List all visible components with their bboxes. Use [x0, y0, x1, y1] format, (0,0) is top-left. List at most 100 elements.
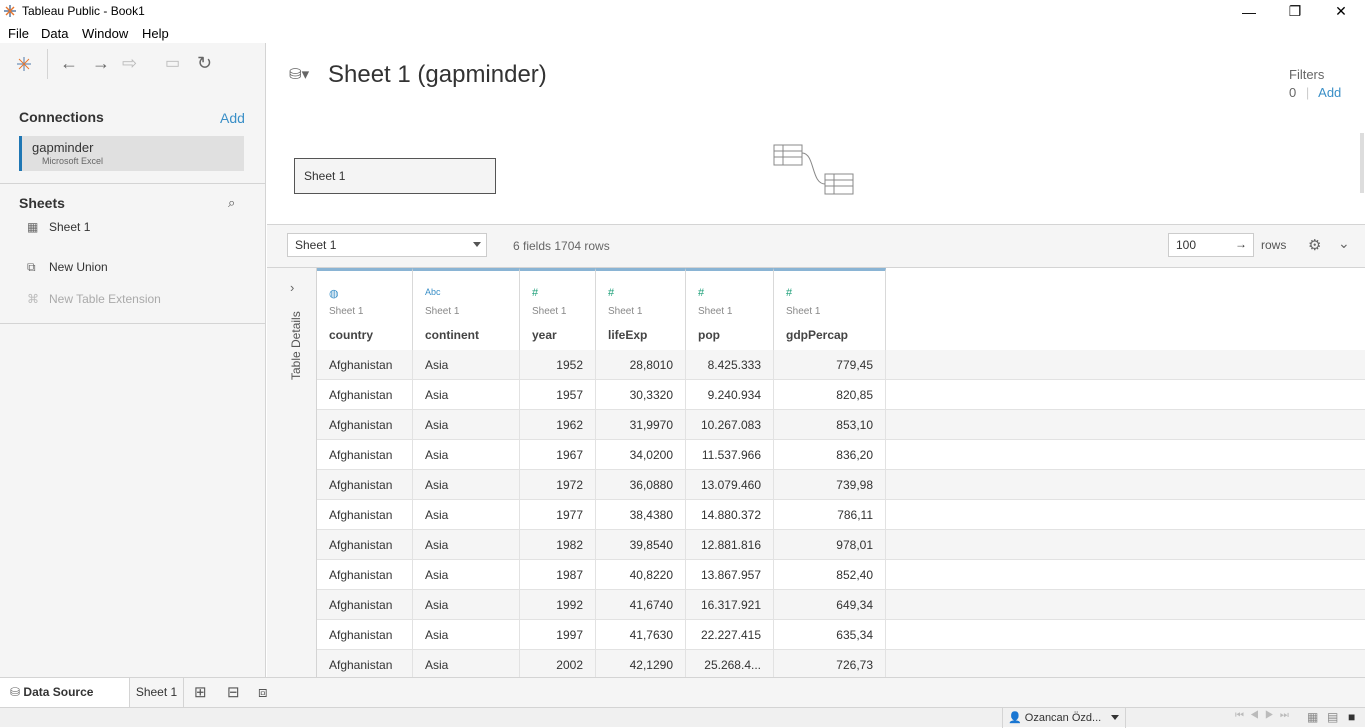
user-menu[interactable]: 👤 Ozancan Özd... [1002, 708, 1126, 728]
menu-window[interactable]: Window [82, 26, 128, 41]
union-icon: ⧉ [27, 260, 36, 274]
table-cell: 779,45 [774, 350, 886, 380]
table-cell: 2002 [520, 650, 596, 677]
number-icon[interactable]: # [608, 287, 614, 299]
add-connection-link[interactable]: Add [220, 110, 245, 126]
new-union-item[interactable]: ⧉ New Union [27, 260, 108, 275]
status-bar: 👤 Ozancan Özd... ⏮◀▶⏭ ▦ ▤ ■ [0, 707, 1365, 728]
rows-input-value: 100 [1176, 238, 1197, 252]
new-dashboard-icon[interactable]: ⊟ [227, 678, 240, 708]
redo-icon[interactable]: ⇨ [122, 53, 137, 74]
table-row[interactable]: Afghanistan Asia 1962 31,9970 10.267.083 853,… [317, 410, 1365, 440]
table-cell: Afghanistan [317, 590, 413, 620]
bottom-tab-bar: ⛁ Data Source Sheet 1 ⊞ ⊟ ⧈ [0, 677, 1365, 708]
column-header[interactable]: ◍ Sheet 1 country [317, 268, 413, 350]
grid-view-icon[interactable]: ▦ [1307, 710, 1318, 724]
fields-rows-info: 6 fields 1704 rows [513, 239, 610, 253]
rows-input[interactable]: 100 → [1168, 233, 1254, 257]
add-filter-link[interactable]: Add [1318, 85, 1341, 100]
tab-data-source-label: Data Source [23, 685, 94, 699]
column-name: gdpPercap [786, 328, 849, 342]
page-nav-icons[interactable]: ⏮◀▶⏭ [1235, 710, 1295, 721]
table-cell: 1957 [520, 380, 596, 410]
sheet-item-label: Sheet 1 [49, 220, 91, 234]
table-row[interactable]: Afghanistan Asia 1957 30,3320 9.240.934 820,8… [317, 380, 1365, 410]
menu-data[interactable]: Data [41, 26, 68, 41]
table-row[interactable]: Afghanistan Asia 1997 41,7630 22.227.415 635,… [317, 620, 1365, 650]
table-cell: 40,8220 [596, 560, 686, 590]
new-worksheet-icon[interactable]: ⊞ [194, 678, 207, 708]
gear-icon[interactable]: ⚙ [1308, 236, 1321, 254]
table-cell: Asia [413, 500, 520, 530]
extension-icon: ⌘ [27, 292, 39, 306]
menu-file[interactable]: File [8, 26, 29, 41]
abc-icon[interactable]: Abc [425, 287, 441, 297]
table-cell: Asia [413, 410, 520, 440]
film-view-icon[interactable]: ▤ [1327, 710, 1338, 724]
tableau-logo-icon [4, 5, 16, 17]
menu-help[interactable]: Help [142, 26, 169, 41]
new-story-icon[interactable]: ⧈ [258, 678, 268, 708]
tableau-home-icon[interactable] [15, 55, 33, 73]
column-header[interactable]: Abc Sheet 1 continent [413, 268, 520, 350]
chevron-right-icon[interactable]: › [290, 280, 294, 295]
connection-type: Microsoft Excel [42, 156, 104, 166]
table-cell: Afghanistan [317, 620, 413, 650]
tab-sheet1[interactable]: Sheet 1 [130, 678, 184, 708]
column-header[interactable]: # Sheet 1 pop [686, 268, 774, 350]
sheet-item-sheet1[interactable]: ▦ Sheet 1 [27, 220, 90, 234]
number-icon[interactable]: # [698, 287, 704, 299]
refresh-icon[interactable]: ↻ [197, 53, 212, 74]
filters-count: 0 [1289, 85, 1297, 100]
apply-arrow-icon[interactable]: → [1235, 237, 1247, 251]
connection-gapminder[interactable]: gapminder Microsoft Excel [19, 136, 244, 171]
pane-divider [0, 323, 266, 324]
save-icon[interactable]: ▭ [165, 53, 180, 73]
filters-panel: Filters 0 | Add [1289, 67, 1341, 100]
table-row[interactable]: Afghanistan Asia 1982 39,8540 12.881.816 978,… [317, 530, 1365, 560]
tab-data-source[interactable]: ⛁ Data Source [0, 678, 130, 708]
table-row[interactable]: Afghanistan Asia 1977 38,4380 14.880.372 786,… [317, 500, 1365, 530]
table-cell: 1972 [520, 470, 596, 500]
table-cell: 1982 [520, 530, 596, 560]
maximize-button[interactable]: ❐ [1272, 0, 1318, 23]
forward-arrow-icon[interactable]: → [92, 53, 110, 74]
table-cell: 1962 [520, 410, 596, 440]
column-header[interactable]: # Sheet 1 year [520, 268, 596, 350]
database-icon[interactable]: ⛁▾ [289, 65, 309, 83]
table-cell: 31,9970 [596, 410, 686, 440]
table-cell: 41,7630 [596, 620, 686, 650]
chevron-down-icon[interactable]: ⌄ [1338, 235, 1350, 252]
column-header[interactable]: # Sheet 1 gdpPercap [774, 268, 886, 350]
column-name: lifeExp [608, 328, 648, 342]
minimize-button[interactable]: — [1226, 0, 1272, 23]
table-row[interactable]: Afghanistan Asia 1952 28,8010 8.425.333 779,4… [317, 350, 1365, 380]
canvas-scrollbar[interactable] [1360, 133, 1364, 193]
table-cell: Asia [413, 590, 520, 620]
table-cell: 649,34 [774, 590, 886, 620]
table-canvas-sheet1[interactable]: Sheet 1 [294, 158, 496, 194]
rows-label: rows [1261, 238, 1287, 252]
table-cell: 13.079.460 [686, 470, 774, 500]
table-row[interactable]: Afghanistan Asia 1992 41,6740 16.317.921 649,… [317, 590, 1365, 620]
table-cell: 836,20 [774, 440, 886, 470]
table-cell: 853,10 [774, 410, 886, 440]
table-row[interactable]: Afghanistan Asia 1972 36,0880 13.079.460 739,… [317, 470, 1365, 500]
table-cell: Asia [413, 620, 520, 650]
sheet-select[interactable]: Sheet 1 [287, 233, 487, 257]
tab-view-icon[interactable]: ■ [1348, 710, 1355, 724]
back-arrow-icon[interactable]: ← [60, 53, 78, 74]
number-icon[interactable]: # [532, 287, 538, 299]
table-cell: Afghanistan [317, 560, 413, 590]
table-row[interactable]: Afghanistan Asia 1967 34,0200 11.537.966 836,… [317, 440, 1365, 470]
table-row[interactable]: Afghanistan Asia 2002 42,1290 25.268.4... 726… [317, 650, 1365, 677]
number-icon[interactable]: # [786, 287, 792, 299]
search-icon[interactable]: ⌕ [228, 195, 235, 211]
table-details-sidebar[interactable]: › Table Details [267, 268, 317, 677]
globe-icon[interactable]: ◍ [329, 287, 339, 300]
table-row[interactable]: Afghanistan Asia 1987 40,8220 13.867.957 852,… [317, 560, 1365, 590]
close-button[interactable]: ✕ [1318, 0, 1364, 23]
column-header[interactable]: # Sheet 1 lifeExp [596, 268, 686, 350]
column-source: Sheet 1 [786, 306, 821, 317]
new-table-extension-item[interactable]: ⌘ New Table Extension [27, 292, 161, 306]
